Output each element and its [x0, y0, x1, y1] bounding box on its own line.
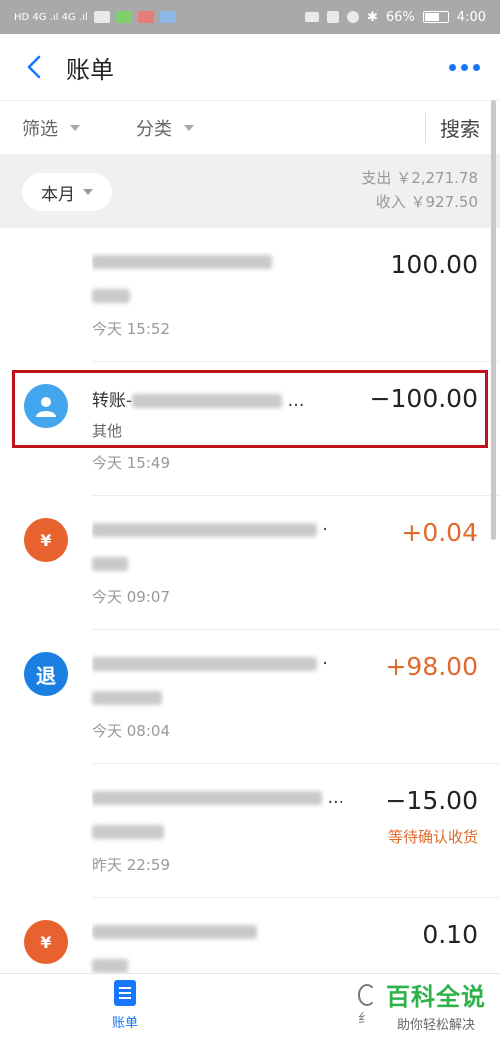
refund-icon: 退: [24, 652, 68, 696]
bluetooth-icon: ✱: [366, 9, 378, 25]
caret-down-icon: [83, 189, 93, 195]
watermark-logo: 百科全说 助你轻松解决: [386, 977, 486, 1033]
clock: 4:00: [456, 9, 486, 25]
transaction-category: [92, 822, 164, 840]
transaction-title: [92, 252, 342, 272]
alarm-icon: [346, 11, 359, 23]
app-header: 账单: [0, 34, 500, 100]
transaction-title: ·: [92, 654, 342, 674]
expense-total: 支出 ￥2,271.78: [361, 169, 478, 187]
battery-icon: [422, 11, 449, 23]
blurred-avatar: [8, 770, 78, 838]
search-button[interactable]: 搜索: [425, 112, 500, 143]
category-dropdown[interactable]: 分类: [136, 115, 194, 141]
network-indicator: HD 4G .ıl 4G .ıl: [14, 11, 88, 23]
filter-dropdown[interactable]: 筛选: [22, 115, 80, 141]
caret-down-icon: [70, 124, 80, 131]
eye-icon: [304, 12, 319, 22]
blurred-avatar: [8, 234, 78, 302]
icon-glyph: ¥: [40, 932, 52, 952]
wifi-icon: [93, 11, 110, 23]
watermark-subtitle: 助你轻松解决: [396, 1018, 475, 1033]
transaction-title: …: [92, 788, 342, 808]
transaction-category: [92, 286, 130, 304]
app-notification-icon: [159, 11, 176, 23]
transaction-row[interactable]: 转账- … 其他 今天 15:49 −100.00: [0, 362, 500, 496]
status-right: ✱ 66% 4:00: [304, 9, 486, 25]
app-notification-icon: [115, 11, 132, 23]
money-bag-icon: ¥: [24, 920, 68, 964]
more-options-icon[interactable]: [449, 63, 480, 71]
back-arrow-icon[interactable]: [20, 53, 48, 81]
transaction-time: 今天 09:07: [92, 588, 170, 606]
person-icon: [24, 384, 68, 428]
transaction-amount: 0.10: [422, 920, 478, 949]
icon-glyph: ¥: [40, 530, 52, 550]
transaction-time: 昨天 22:59: [92, 856, 170, 874]
status-left: HD 4G .ıl 4G .ıl: [14, 11, 176, 23]
icon-glyph: 退: [36, 663, 56, 688]
transaction-category: [92, 688, 162, 706]
transaction-category: 其他: [92, 422, 123, 440]
transaction-amount: 100.00: [390, 250, 478, 279]
tab-other-label: 纟: [358, 1012, 372, 1027]
page-title: 账单: [66, 55, 114, 84]
income-total: 收入 ￥927.50: [375, 193, 478, 211]
totals: 支出 ￥2,271.78 收入 ￥927.50: [361, 166, 478, 214]
tab-other-icon: [358, 984, 376, 1006]
money-bag-icon: ¥: [24, 518, 68, 562]
transaction-list: 今天 15:52 100.00 转账- … 其他 今天 15:49 −100.0…: [0, 228, 500, 973]
transaction-row[interactable]: ¥ · 今天 09:07 +0.04: [0, 496, 500, 630]
transaction-time: 今天 15:49: [92, 454, 170, 472]
watermark-title: 百科全说: [386, 983, 486, 1011]
transaction-amount: −15.00: [385, 786, 478, 815]
transaction-category: [92, 956, 128, 973]
status-note: 等待确认收货: [387, 828, 478, 846]
transaction-row[interactable]: … 昨天 22:59 −15.00 等待确认收货: [0, 764, 500, 898]
transaction-row[interactable]: 今天 15:52 100.00: [0, 228, 500, 362]
transaction-row[interactable]: ¥ 0.10: [0, 898, 500, 973]
transaction-title: ·: [92, 520, 342, 540]
app-notification-icon: [137, 11, 154, 23]
transaction-title: [92, 922, 342, 942]
nfc-icon: [326, 11, 339, 23]
month-label: 本月: [41, 184, 75, 205]
battery-percent: 66%: [385, 9, 415, 25]
transaction-amount: −100.00: [369, 384, 478, 413]
transaction-row[interactable]: 退 · 今天 08:04 +98.00: [0, 630, 500, 764]
transaction-category: [92, 554, 128, 572]
tab-other[interactable]: 纟: [358, 984, 376, 1027]
transaction-amount: +0.04: [401, 518, 478, 547]
scrollbar[interactable]: [491, 100, 496, 540]
transaction-title: 转账- …: [92, 391, 305, 411]
tab-bill[interactable]: 账单: [100, 980, 150, 1031]
transaction-time: 今天 08:04: [92, 722, 170, 740]
month-summary: 本月 支出 ￥2,271.78 收入 ￥927.50: [0, 154, 500, 228]
tab-bill-label: 账单: [111, 1016, 138, 1031]
transaction-time: 今天 15:52: [92, 320, 170, 338]
month-selector[interactable]: 本月: [22, 173, 112, 211]
bill-icon: [114, 980, 136, 1006]
category-label: 分类: [136, 118, 172, 140]
status-bar: HD 4G .ıl 4G .ıl ✱ 66% 4:00: [0, 0, 500, 34]
filter-bar: 筛选 分类 搜索: [0, 100, 500, 154]
caret-down-icon: [184, 124, 194, 131]
transaction-amount: +98.00: [385, 652, 478, 681]
filter-label: 筛选: [22, 118, 58, 140]
